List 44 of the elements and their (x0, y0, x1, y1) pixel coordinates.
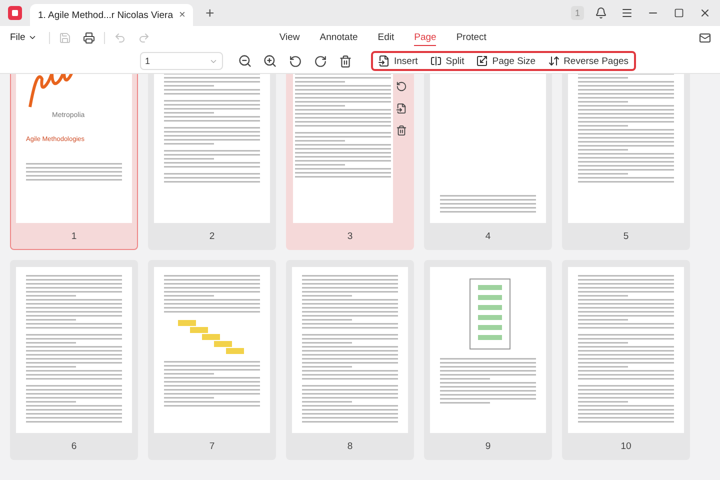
page-action-button[interactable]: Reverse Pages (548, 55, 629, 67)
menu-tab[interactable]: Annotate (320, 30, 358, 46)
split-icon (430, 55, 442, 67)
page-thumbnail-card[interactable]: 9 (424, 260, 552, 460)
page-number: 4 (485, 231, 491, 242)
page-thumbnail-card[interactable]: 7 (148, 260, 276, 460)
page-number: 7 (209, 441, 215, 452)
file-menu[interactable]: File (10, 32, 38, 43)
page-number: 6 (71, 441, 77, 452)
menu-tab[interactable]: Protect (456, 30, 486, 46)
page-number: 8 (347, 441, 353, 452)
page-action-button[interactable]: Split (430, 55, 464, 67)
insert-icon (378, 55, 390, 67)
close-button[interactable]: × (179, 9, 186, 21)
page-thumbnail-card[interactable]: 3 (286, 74, 414, 250)
page-thumbnail-card[interactable]: 2 (148, 74, 276, 250)
page-thumbnail-card[interactable]: 5 (562, 74, 690, 250)
page-thumbnail-card[interactable]: 4 (424, 74, 552, 250)
page-action-button[interactable]: Insert (378, 55, 418, 67)
page-thumbnail-card[interactable]: 8 (286, 260, 414, 460)
page-select[interactable]: 1 (140, 52, 223, 70)
document-tab[interactable]: 1. Agile Method...r Nicolas Viera × (30, 4, 194, 26)
page-thumbnail-card[interactable]: 10 (562, 260, 690, 460)
page-number: 10 (620, 441, 632, 452)
new-tab-button[interactable]: + (201, 4, 218, 22)
menu-tab[interactable]: View (279, 30, 300, 46)
tab-title: 1. Agile Method...r Nicolas Viera (38, 10, 174, 20)
page-thumbnail-card[interactable]: 6 (10, 260, 138, 460)
page-number: 1 (71, 231, 77, 242)
zoom-in-icon[interactable] (261, 52, 279, 70)
page-number: 3 (347, 231, 353, 242)
swirl-logo-icon (26, 74, 76, 109)
chevron-down-icon (28, 33, 38, 42)
reverse-icon (548, 55, 560, 67)
resize-icon (476, 55, 488, 67)
page-number: 2 (209, 231, 215, 242)
count-badge: 1 (570, 6, 584, 20)
menu-tab[interactable]: Edit (378, 30, 394, 46)
zoom-out-icon[interactable] (236, 52, 254, 70)
page-action-button[interactable]: Page Size (476, 55, 536, 67)
page-number: 5 (623, 231, 629, 242)
menu-tab[interactable]: Page (414, 30, 436, 46)
page-number: 9 (485, 441, 491, 452)
app-logo-icon (8, 6, 22, 20)
